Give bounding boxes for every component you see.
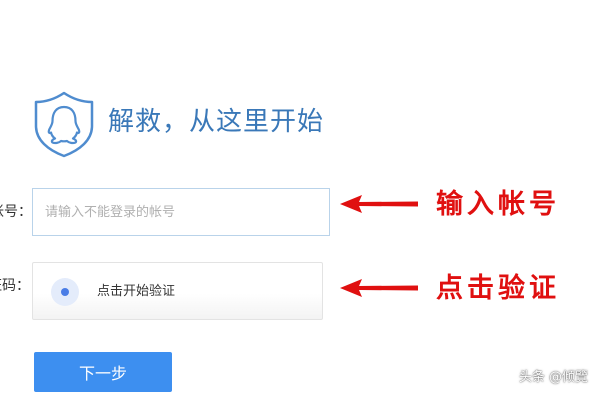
account-label: 帐号： [0, 204, 30, 220]
account-input[interactable] [32, 188, 330, 236]
qq-shield-icon [34, 91, 94, 158]
watermark: 头条 @倾覽 [518, 370, 588, 385]
captcha-verify-button[interactable]: 点击开始验证 [32, 262, 323, 320]
account-annotation: 输入帐号 [436, 189, 560, 220]
left-arrow-icon [340, 279, 418, 297]
left-arrow-icon [340, 195, 418, 213]
captcha-prompt: 点击开始验证 [97, 284, 176, 299]
page-title: 解救，从这里开始 [108, 107, 325, 137]
captcha-annotation: 点击验证 [436, 273, 560, 304]
captcha-dot-icon [51, 278, 79, 306]
next-step-button[interactable]: 下一步 [34, 352, 172, 392]
captcha-field-label: 验证码： [0, 278, 30, 294]
